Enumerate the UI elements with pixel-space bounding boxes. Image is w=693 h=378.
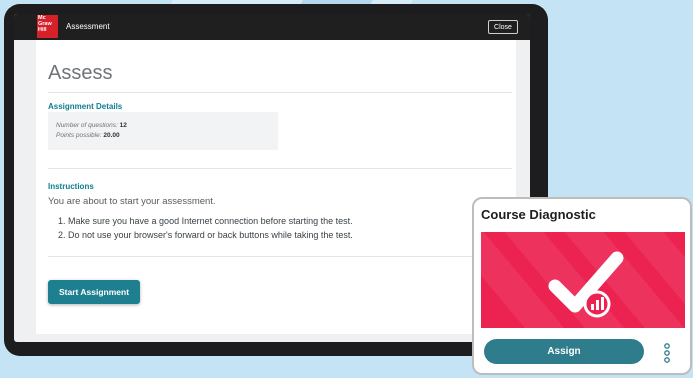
instruction-item: 1. Make sure you have a good Internet co… xyxy=(58,216,353,226)
top-bar: Mc Graw Hill Assessment Close xyxy=(14,14,530,40)
questions-value: 12 xyxy=(119,122,127,129)
assign-button[interactable]: Assign xyxy=(484,339,644,364)
questions-label: Number of questions: xyxy=(56,122,118,129)
start-assignment-button[interactable]: Start Assignment xyxy=(48,280,140,304)
checkmark-chart-icon xyxy=(548,251,624,318)
points-value: 20.00 xyxy=(103,132,120,139)
app-title: Assessment xyxy=(66,22,110,31)
divider xyxy=(48,168,512,169)
page-title: Assess xyxy=(48,62,113,84)
instructions-heading: Instructions xyxy=(48,182,94,191)
points-row: Points possible: 20.00 xyxy=(56,132,120,139)
questions-row: Number of questions: 12 xyxy=(56,122,127,129)
assessment-panel: Assess Assignment Details Number of ques… xyxy=(36,40,516,334)
assignment-details-heading: Assignment Details xyxy=(48,102,123,111)
course-diagnostic-card: Course Diagnostic Assign xyxy=(472,197,692,375)
app-screen: Mc Graw Hill Assessment Close Assess Assig… xyxy=(14,14,530,342)
points-label: Points possible: xyxy=(56,132,102,139)
card-banner xyxy=(481,232,685,328)
instructions-lead: You are about to start your assessment. xyxy=(48,196,216,207)
divider xyxy=(48,256,512,257)
more-options-icon[interactable] xyxy=(663,342,671,364)
card-title: Course Diagnostic xyxy=(481,207,596,222)
brand-logo: Mc Graw Hill xyxy=(37,15,58,38)
close-button[interactable]: Close xyxy=(488,20,518,34)
assignment-details-box: Number of questions: 12 Points possible:… xyxy=(48,112,278,150)
instruction-item: 2. Do not use your browser's forward or … xyxy=(58,230,353,240)
divider xyxy=(48,92,512,93)
tablet-frame: Mc Graw Hill Assessment Close Assess Assig… xyxy=(4,4,548,356)
